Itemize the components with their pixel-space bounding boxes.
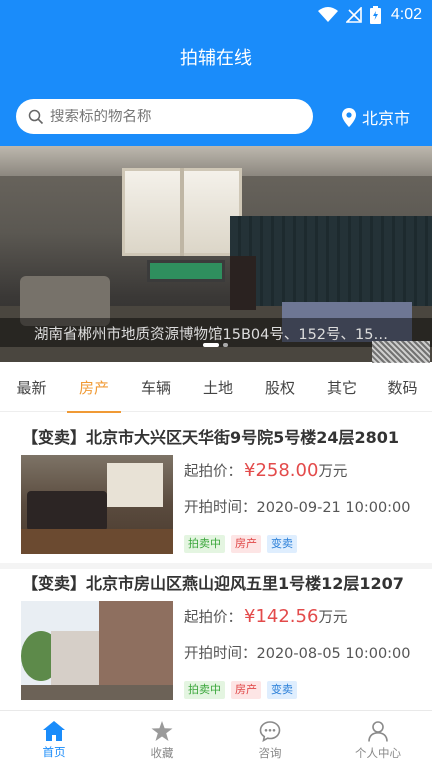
- tab-real-estate[interactable]: 房产: [63, 362, 125, 413]
- listing-price: ¥142.56: [244, 606, 318, 627]
- listing-thumbnail: [21, 455, 173, 554]
- status-badge: 拍卖中: [184, 535, 225, 553]
- tab-latest[interactable]: 最新: [0, 362, 63, 412]
- category-badge: 房产: [231, 681, 261, 699]
- chat-icon: [259, 721, 281, 742]
- price-currency: ¥: [244, 606, 256, 627]
- nav-favorites[interactable]: 收藏: [108, 711, 216, 768]
- listing-title: 【变卖】北京市大兴区天华街9号院5号楼24层2801: [22, 428, 400, 447]
- search-input[interactable]: [50, 108, 300, 125]
- banner-caption-text: 湖南省郴州市地质资源博物馆15B04号、152号、15…: [34, 327, 388, 343]
- user-icon: [368, 721, 388, 742]
- carousel-indicator: [203, 343, 228, 347]
- star-icon: [151, 721, 173, 741]
- time-label: 开拍时间：: [184, 500, 257, 516]
- category-tabs: 最新 房产 车辆 土地 股权 其它 数码: [0, 362, 432, 413]
- status-badge: 拍卖中: [184, 681, 225, 699]
- listing-item[interactable]: 【变卖】北京市房山区燕山迎风五里1号楼12层1207 起拍价： ¥142.56 …: [0, 558, 432, 708]
- listing-item[interactable]: 【变卖】北京市大兴区天华街9号院5号楼24层2801 起拍价： ¥258.00 …: [0, 412, 432, 562]
- price-unit: 万元: [318, 464, 348, 480]
- page-title: 拍辅在线: [180, 48, 252, 69]
- listing-start-time: 开拍时间：2020-08-05 10:00:00: [184, 642, 411, 663]
- bottom-nav: 首页 收藏 咨询 个人中心: [0, 710, 432, 768]
- tab-vehicles[interactable]: 车辆: [125, 362, 187, 412]
- time-value: 2020-08-05 10:00:00: [256, 646, 411, 662]
- price-label: 起拍价：: [184, 610, 242, 626]
- status-bar: 4:02: [0, 0, 432, 30]
- listing-thumbnail: [21, 601, 173, 700]
- tab-digital[interactable]: 数码: [373, 362, 432, 412]
- listing-price: ¥258.00: [244, 460, 318, 481]
- price-unit: 万元: [318, 610, 348, 626]
- nav-profile[interactable]: 个人中心: [324, 711, 432, 768]
- time-value: 2020-09-21 10:00:00: [256, 500, 411, 516]
- nav-label: 咨询: [258, 746, 282, 760]
- tab-land[interactable]: 土地: [187, 362, 249, 412]
- status-icons: 4:02: [317, 5, 422, 25]
- listing-tags: 拍卖中 房产 变卖: [184, 535, 297, 553]
- app-header: 4:02 拍辅在线 北京市: [0, 0, 432, 146]
- location-pin-icon: [342, 107, 356, 127]
- time-label: 开拍时间：: [184, 646, 257, 662]
- nav-consult[interactable]: 咨询: [216, 711, 324, 768]
- listing-start-time: 开拍时间：2020-09-21 10:00:00: [184, 496, 411, 517]
- nav-label: 个人中心: [355, 746, 401, 760]
- sale-type-badge: 变卖: [267, 681, 297, 699]
- search-bar[interactable]: [16, 99, 313, 134]
- listing-title: 【变卖】北京市房山区燕山迎风五里1号楼12层1207: [22, 574, 404, 593]
- carousel-dot: [223, 343, 228, 347]
- listing-price-row: 起拍价： ¥258.00 万元: [184, 460, 347, 481]
- nav-label: 收藏: [150, 746, 174, 760]
- carousel-dot-active: [203, 343, 219, 347]
- status-time: 4:02: [390, 6, 422, 23]
- tab-other[interactable]: 其它: [311, 362, 373, 412]
- search-icon: [28, 109, 44, 124]
- no-signal-icon: [345, 7, 362, 23]
- home-icon: [43, 721, 65, 741]
- listing-price-row: 起拍价： ¥142.56 万元: [184, 606, 347, 627]
- listing-tags: 拍卖中 房产 变卖: [184, 681, 297, 699]
- battery-icon: [369, 6, 381, 24]
- price-currency: ¥: [244, 460, 256, 481]
- tab-equity[interactable]: 股权: [249, 362, 311, 412]
- sale-type-badge: 变卖: [267, 535, 297, 553]
- nav-home[interactable]: 首页: [0, 711, 108, 768]
- location-selector[interactable]: 北京市: [342, 105, 410, 129]
- price-value: 258.00: [255, 460, 319, 481]
- category-badge: 房产: [231, 535, 261, 553]
- wifi-icon: [317, 7, 338, 22]
- nav-label: 首页: [42, 745, 66, 759]
- price-value: 142.56: [255, 606, 319, 627]
- price-label: 起拍价：: [184, 464, 242, 480]
- location-city: 北京市: [362, 109, 411, 128]
- qr-watermark: [372, 341, 430, 363]
